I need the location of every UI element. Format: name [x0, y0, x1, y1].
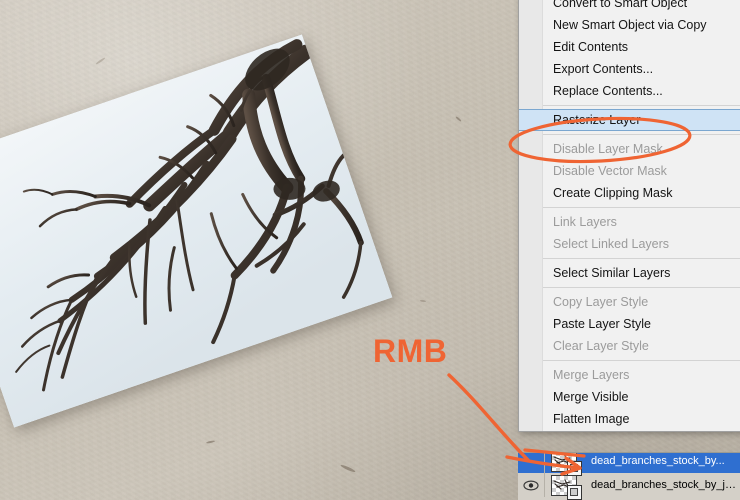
menu-item-select-similar-layers[interactable]: Select Similar Layers — [519, 262, 740, 284]
eye-icon[interactable] — [518, 473, 545, 497]
layer-thumbnail[interactable] — [551, 453, 582, 476]
menu-item-copy-layer-style: Copy Layer Style — [553, 295, 649, 309]
menu-item-edit-contents[interactable]: Edit Contents — [519, 36, 740, 58]
rmb-annotation-label: RMB — [373, 333, 448, 369]
layer-name: dead_branches_stock_by... — [591, 455, 725, 467]
menu-item-replace-contents[interactable]: Replace Contents... — [519, 80, 740, 102]
layer-thumbnail[interactable] — [551, 474, 582, 500]
menu-separator — [543, 258, 740, 259]
menu-item-export-contents[interactable]: Export Contents... — [519, 58, 740, 80]
menu-separator — [543, 105, 740, 106]
menu-item-merge-layers: Merge Layers — [553, 368, 630, 382]
layer-name: dead_branches_stock_by_jo... — [591, 479, 740, 491]
menu-item-disable-layer-mask: Disable Layer Mask — [553, 142, 663, 156]
smart-object-badge-icon — [567, 484, 582, 500]
menu-item-link-layers: Link Layers — [553, 215, 617, 229]
layer-row[interactable]: dead_branches_stock_by... — [518, 453, 740, 476]
menu-item-rasterize-layer[interactable]: Rasterize Layer — [519, 109, 740, 131]
menu-item-new-smart-object-via-copy[interactable]: New Smart Object via Copy — [519, 14, 740, 36]
menu-item-paste-layer-style[interactable]: Paste Layer Style — [519, 313, 740, 335]
menu-item-clear-layer-style: Clear Layer Style — [553, 339, 649, 353]
menu-item-list: Convert to Smart Object New Smart Object … — [519, 0, 740, 431]
menu-item-convert-to-smart-object[interactable]: Convert to Smart Object — [519, 0, 740, 14]
layer-context-menu[interactable]: Convert to Smart Object New Smart Object … — [518, 0, 740, 432]
eye-icon-glyph — [523, 479, 539, 491]
menu-item-create-clipping-mask[interactable]: Create Clipping Mask — [519, 182, 740, 204]
layer-row[interactable]: dead_branches_stock_by_jo... — [518, 473, 740, 500]
menu-separator — [543, 134, 740, 135]
screenshot-root: Convert to Smart Object New Smart Object … — [0, 0, 740, 500]
menu-separator — [543, 287, 740, 288]
eye-icon[interactable] — [518, 453, 545, 473]
menu-item-disable-vector-mask: Disable Vector Mask — [553, 164, 667, 178]
menu-separator — [543, 360, 740, 361]
menu-item-select-linked-layers: Select Linked Layers — [553, 237, 670, 251]
menu-separator — [543, 207, 740, 208]
menu-item-flatten-image[interactable]: Flatten Image — [519, 408, 740, 430]
menu-item-merge-visible[interactable]: Merge Visible — [519, 386, 740, 408]
layers-panel[interactable]: dead_branches_stock_by... dead_branches_… — [518, 452, 740, 500]
